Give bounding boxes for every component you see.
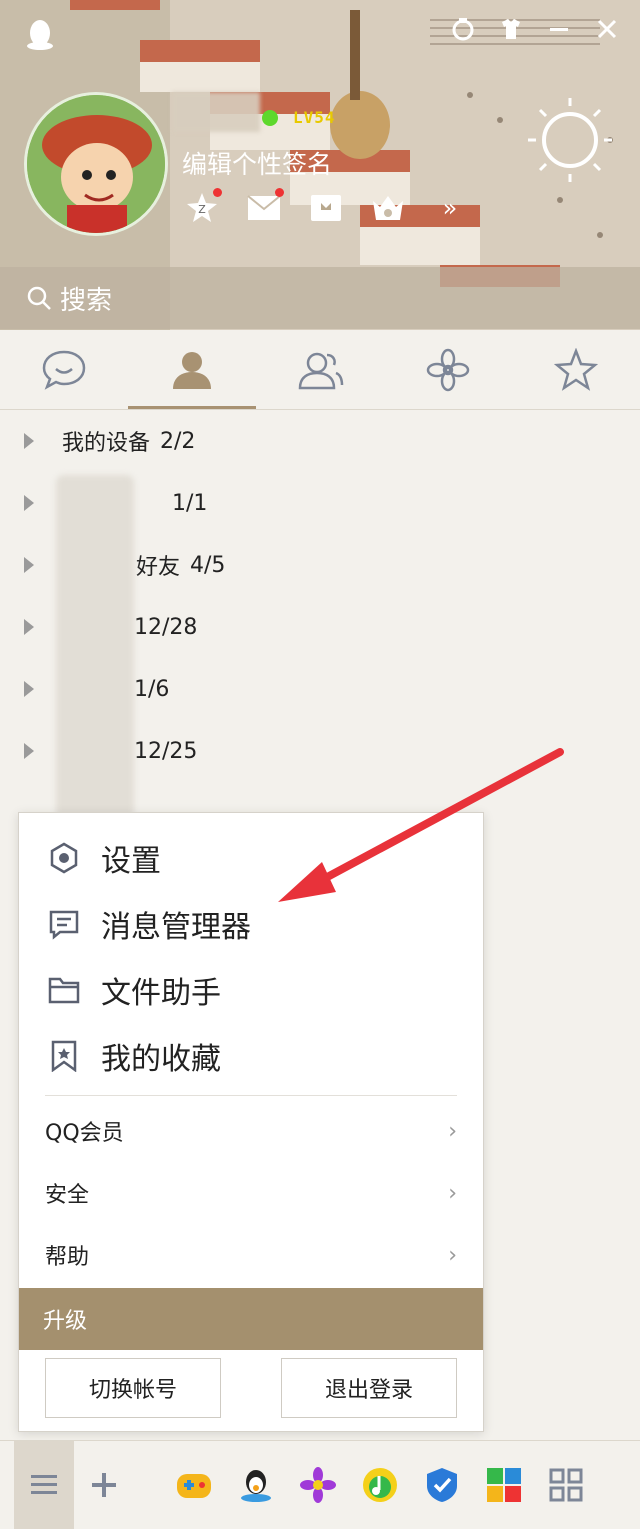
flower-app-icon[interactable]: [298, 1465, 338, 1505]
main-tabs: [0, 330, 640, 410]
game-icon[interactable]: [174, 1465, 214, 1505]
menu-item-security[interactable]: 安全 ›: [19, 1162, 483, 1224]
close-icon[interactable]: [592, 14, 622, 44]
group-count: 12/28: [134, 614, 198, 640]
crown-icon[interactable]: [370, 190, 406, 226]
flower-apps-icon: [426, 348, 470, 391]
plus-icon: [92, 1473, 116, 1497]
menu-item-qq-vip[interactable]: QQ会员 ›: [19, 1100, 483, 1162]
bottom-toolbar: [0, 1440, 640, 1529]
search-placeholder: 搜索: [60, 285, 113, 316]
avatar[interactable]: [24, 92, 168, 236]
expand-arrow-icon: [24, 681, 34, 697]
group-count: 2/2: [160, 428, 196, 454]
tab-groups[interactable]: [256, 330, 384, 409]
menu-item-settings[interactable]: 设置: [19, 825, 483, 891]
search-icon: [27, 286, 51, 310]
menu-item-file-assistant[interactable]: 文件助手: [19, 957, 483, 1023]
chat-bubble-icon: [42, 350, 86, 390]
minimize-icon[interactable]: [544, 14, 574, 44]
expand-arrow-icon: [24, 495, 34, 511]
tab-apps[interactable]: [384, 330, 512, 409]
group-row[interactable]: 我的设备 2/2: [0, 410, 640, 472]
menu-item-favorites[interactable]: 我的收藏: [19, 1023, 483, 1089]
menu-item-label: QQ会员: [45, 1121, 124, 1146]
chevron-right-icon: ›: [448, 1118, 457, 1144]
switch-account-button[interactable]: 切换帐号: [45, 1358, 221, 1418]
qq-music-icon[interactable]: [360, 1465, 400, 1505]
qzone-icon[interactable]: [236, 1465, 276, 1505]
message-manager-icon: [47, 907, 81, 941]
expand-arrow-icon: [24, 743, 34, 759]
search-bar[interactable]: 搜索: [0, 267, 640, 329]
svg-text:Z: Z: [198, 203, 206, 216]
add-button[interactable]: [74, 1441, 134, 1529]
grid-apps-icon[interactable]: [546, 1465, 586, 1505]
menu-item-label: 消息管理器: [101, 910, 251, 945]
logout-button[interactable]: 退出登录: [281, 1358, 457, 1418]
group-name: 我的设备: [62, 431, 151, 456]
group-count: 1/6: [134, 676, 170, 702]
tab-messages[interactable]: [0, 330, 128, 409]
security-shield-icon[interactable]: [422, 1465, 462, 1505]
menu-account-buttons: 切换帐号 退出登录: [19, 1350, 483, 1426]
menu-item-help[interactable]: 帮助 ›: [19, 1224, 483, 1286]
expand-arrow-icon: [24, 619, 34, 635]
menu-item-label: 我的收藏: [101, 1042, 221, 1077]
folder-icon: [47, 973, 81, 1007]
theme-icon[interactable]: [448, 14, 478, 44]
nickname-redacted: [172, 92, 260, 132]
level-badge[interactable]: LV54: [293, 108, 336, 127]
tab-contacts[interactable]: [128, 330, 256, 409]
hamburger-icon: [31, 1475, 57, 1494]
main-menu-button[interactable]: [14, 1440, 74, 1529]
chevron-right-icon: ›: [448, 1180, 457, 1206]
group-icon: [298, 352, 344, 389]
menu-item-label: 设置: [101, 844, 161, 879]
profile-icons: Z »: [184, 188, 468, 226]
app-shortcuts: [174, 1465, 586, 1505]
tab-favorites[interactable]: [512, 330, 640, 409]
profile-banner: LV54 编辑个性签名 Z » 搜索: [0, 0, 640, 330]
main-menu-popup: 设置 消息管理器 文件助手 我的收藏 QQ会员 › 安全 › 帮助 › 升级 切…: [18, 812, 484, 1432]
group-name: 好友: [136, 555, 181, 580]
qq-penguin-icon[interactable]: [22, 16, 58, 52]
redacted-group-names: [56, 475, 134, 820]
menu-item-label: 文件助手: [101, 976, 221, 1011]
bookmark-icon: [47, 1039, 81, 1073]
contact-person-icon: [173, 351, 211, 389]
expand-arrow-icon: [24, 433, 34, 449]
more-icon[interactable]: »: [432, 190, 468, 226]
online-status-icon[interactable]: [262, 110, 278, 126]
group-count: 4/5: [190, 552, 226, 578]
app-manager-icon[interactable]: [484, 1465, 524, 1505]
star-icon: [554, 347, 598, 391]
menu-item-upgrade[interactable]: 升级: [19, 1288, 483, 1350]
skin-icon[interactable]: [496, 14, 526, 44]
menu-divider: [45, 1095, 457, 1096]
menu-item-message-manager[interactable]: 消息管理器: [19, 891, 483, 957]
window-controls: [448, 14, 622, 44]
menu-item-label: 安全: [45, 1183, 90, 1208]
weather-sun-icon[interactable]: [516, 92, 626, 192]
signature[interactable]: 编辑个性签名: [182, 145, 332, 181]
expand-arrow-icon: [24, 557, 34, 573]
mail-icon[interactable]: [246, 188, 284, 226]
group-count: 12/25: [134, 738, 198, 764]
status-star-icon[interactable]: Z: [184, 188, 222, 226]
wallet-icon[interactable]: [308, 190, 344, 226]
settings-icon: [47, 841, 81, 875]
group-count: 1/1: [172, 490, 208, 516]
menu-item-label: 帮助: [45, 1245, 90, 1270]
chevron-right-icon: ›: [448, 1242, 457, 1268]
